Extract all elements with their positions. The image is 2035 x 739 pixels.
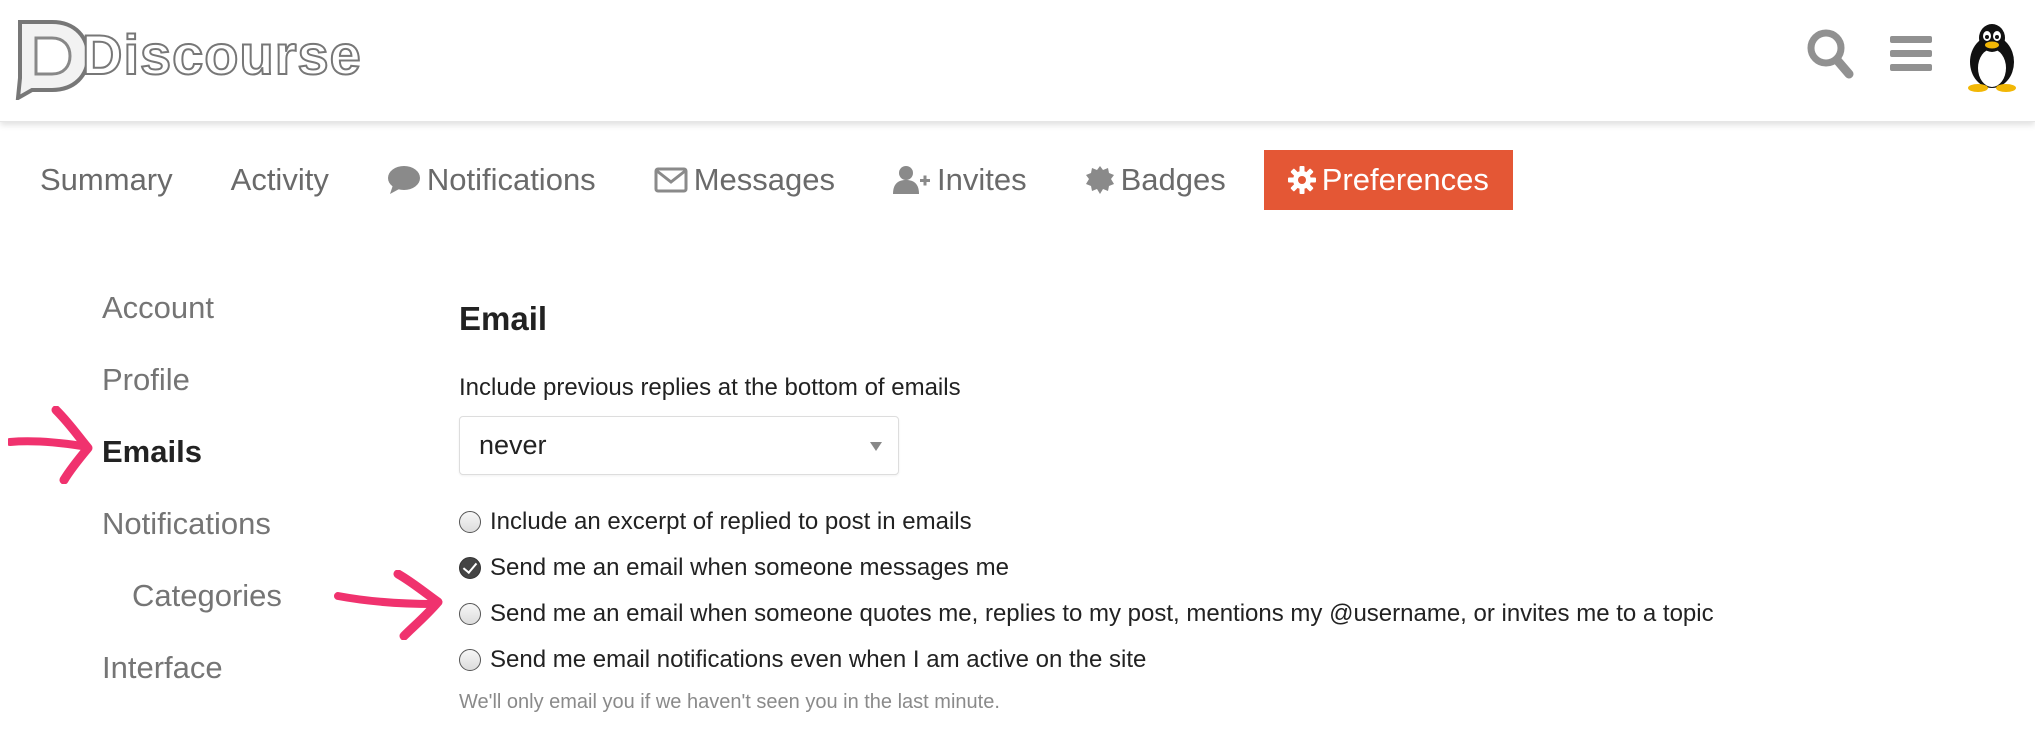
tab-messages[interactable]: Messages: [634, 150, 855, 210]
option-label: Send me an email when someone quotes me,…: [490, 600, 1714, 627]
hamburger-menu-icon[interactable]: [1888, 34, 1934, 79]
tab-activity-label: Activity: [230, 162, 329, 197]
previous-replies-label: Include previous replies at the bottom o…: [459, 374, 961, 401]
tab-badges[interactable]: Badges: [1065, 150, 1246, 210]
tab-invites-label: Invites: [936, 162, 1027, 197]
email-hint-text: We'll only email you if we haven't seen …: [459, 691, 1000, 713]
envelope-icon: [654, 167, 688, 193]
search-icon[interactable]: [1806, 28, 1854, 85]
preferences-sidebar: Account Profile Emails Notifications Cat…: [102, 284, 282, 716]
tab-summary[interactable]: Summary: [20, 150, 193, 210]
email-on-message-checkbox[interactable]: [459, 557, 481, 579]
option-email-on-message[interactable]: Send me an email when someone messages m…: [459, 545, 1959, 591]
email-preferences-panel: Email Include previous replies at the bo…: [459, 300, 1959, 714]
site-header: Discourse: [0, 0, 2035, 122]
tab-badges-label: Badges: [1120, 162, 1226, 197]
tab-preferences[interactable]: Preferences: [1263, 150, 1513, 210]
option-email-on-mention[interactable]: Send me an email when someone quotes me,…: [459, 591, 1959, 637]
section-title: Email: [459, 300, 548, 337]
sidebar-item-categories[interactable]: Categories: [102, 572, 282, 644]
tab-preferences-label: Preferences: [1321, 162, 1489, 197]
email-on-mention-checkbox[interactable]: [459, 603, 481, 625]
discourse-logo[interactable]: Discourse: [12, 14, 362, 102]
annotation-arrow-emails: [8, 406, 93, 484]
sidebar-item-interface[interactable]: Interface: [102, 644, 282, 716]
sidebar-item-notifications[interactable]: Notifications: [102, 500, 282, 572]
previous-replies-select[interactable]: never: [459, 416, 899, 475]
tab-messages-label: Messages: [693, 162, 835, 197]
sidebar-item-account[interactable]: Account: [102, 284, 282, 356]
previous-replies-value: never: [479, 430, 547, 460]
tab-summary-label: Summary: [40, 162, 173, 197]
user-avatar[interactable]: [1962, 20, 2022, 92]
sidebar-item-profile[interactable]: Profile: [102, 356, 282, 428]
tab-activity[interactable]: Activity: [211, 150, 349, 210]
tab-notifications-label: Notifications: [426, 162, 596, 197]
comment-icon: [387, 166, 420, 194]
excerpt-checkbox[interactable]: [459, 511, 481, 533]
gear-icon: [1287, 166, 1316, 194]
badge-icon: [1085, 166, 1114, 194]
discourse-logo-icon: [15, 20, 91, 100]
option-label: Include an excerpt of replied to post in…: [490, 508, 972, 535]
option-email-when-active[interactable]: Send me email notifications even when I …: [459, 637, 1959, 683]
email-options: Include an excerpt of replied to post in…: [459, 499, 1959, 683]
tab-invites[interactable]: Invites: [873, 150, 1047, 210]
logo-text: Discourse: [81, 22, 362, 87]
user-plus-icon: [892, 166, 930, 194]
email-when-active-checkbox[interactable]: [459, 649, 481, 671]
sidebar-item-emails[interactable]: Emails: [102, 428, 282, 500]
option-label: Send me email notifications even when I …: [490, 646, 1147, 673]
option-label: Send me an email when someone messages m…: [490, 554, 1009, 581]
caret-down-icon: [870, 442, 882, 451]
user-nav-tabs: Summary Activity Notifications Messages …: [20, 150, 1531, 210]
annotation-arrow-mentions: [334, 570, 443, 640]
option-include-excerpt[interactable]: Include an excerpt of replied to post in…: [459, 499, 1959, 545]
tab-notifications[interactable]: Notifications: [367, 150, 616, 210]
